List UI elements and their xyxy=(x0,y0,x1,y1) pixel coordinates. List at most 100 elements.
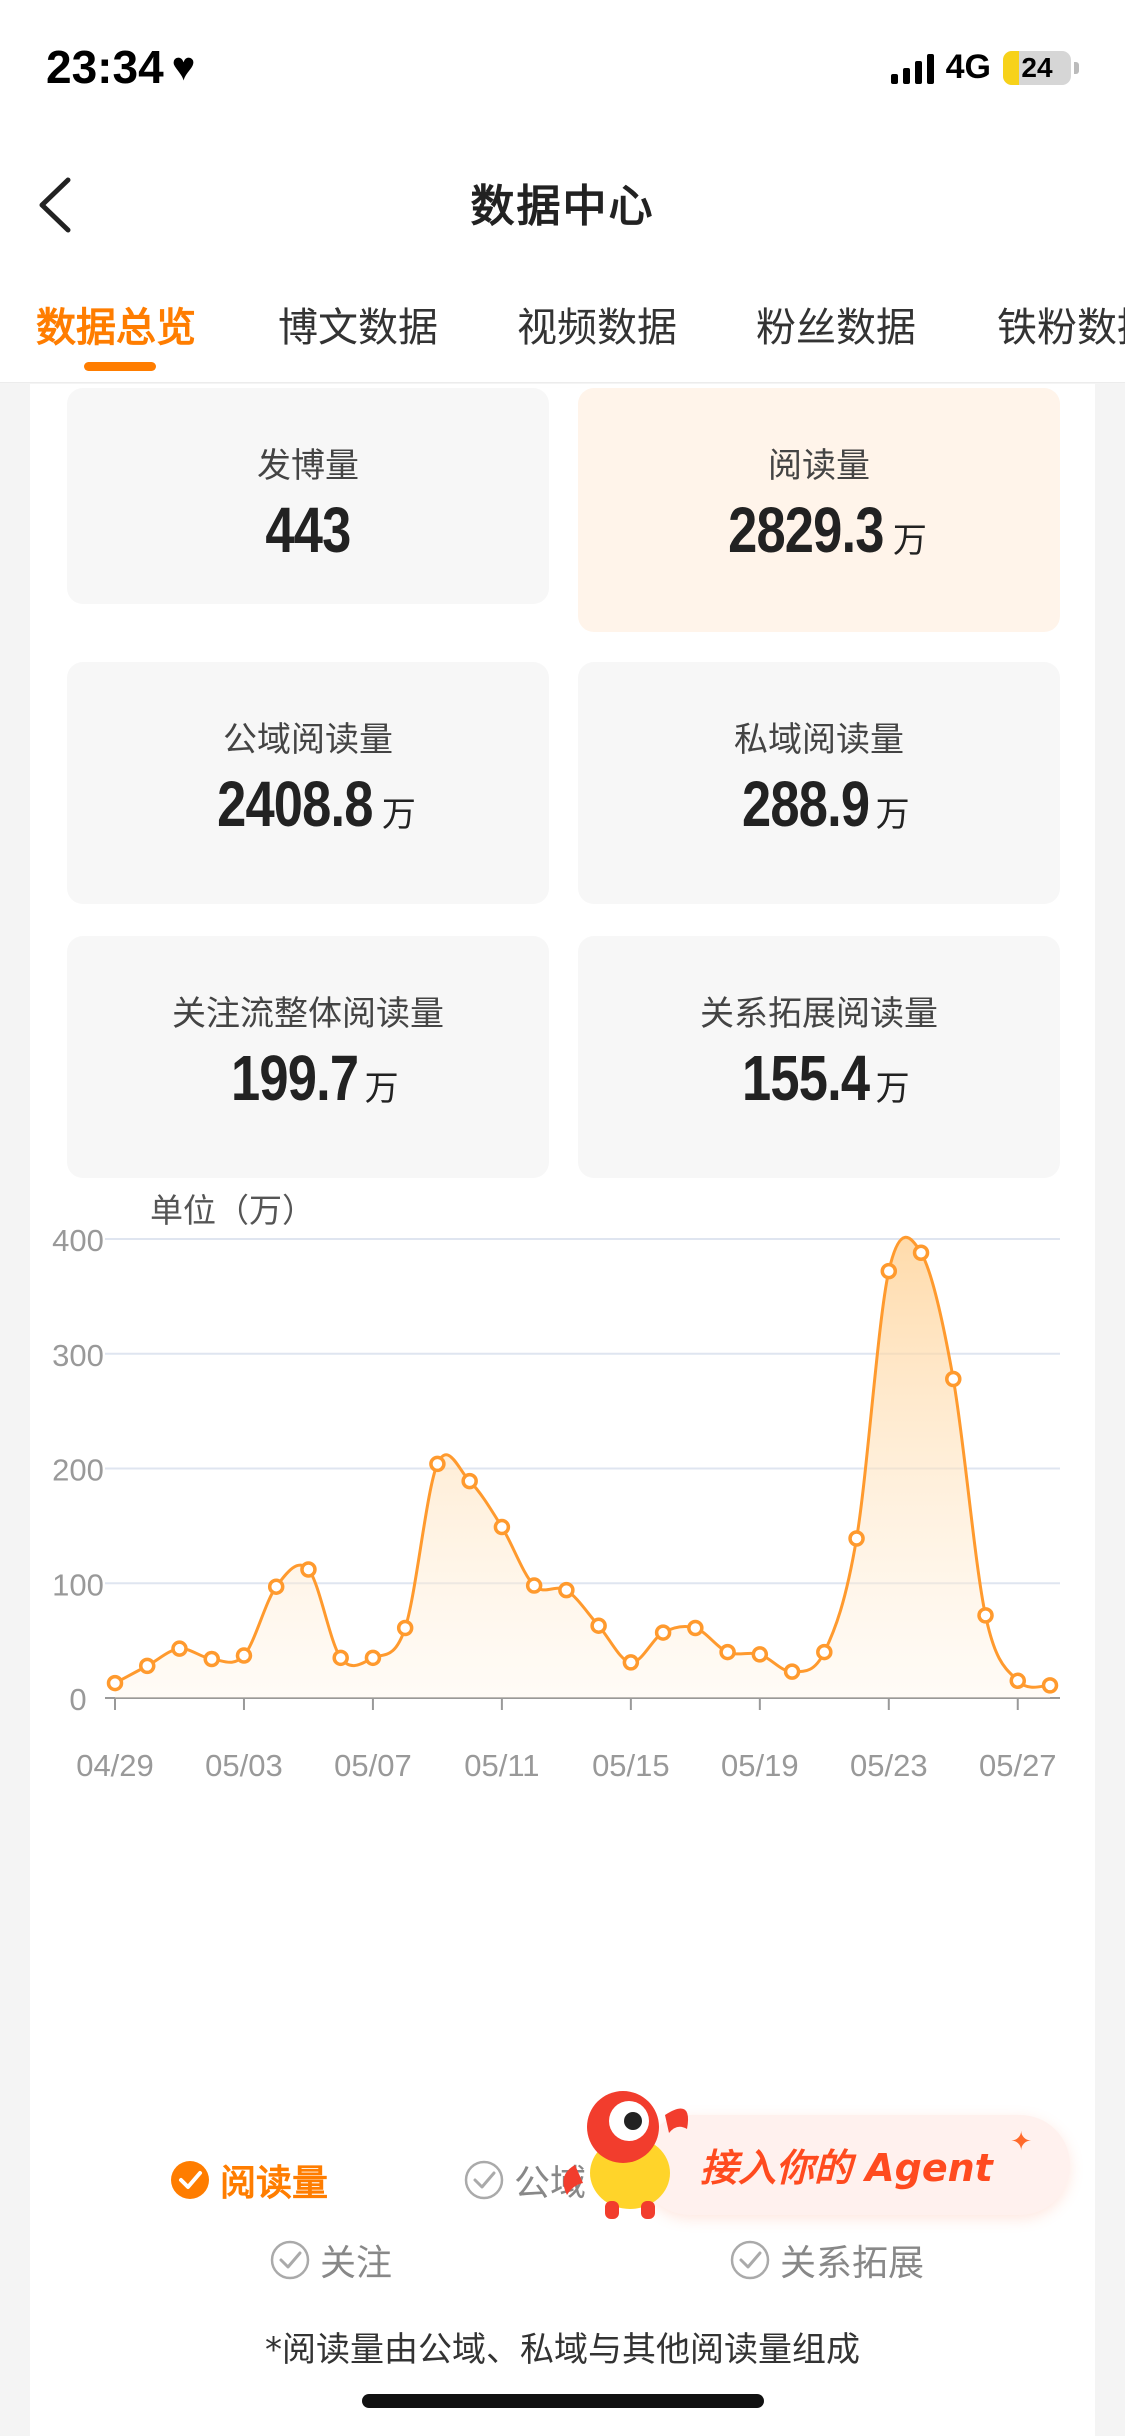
check-circle-icon xyxy=(270,2240,310,2280)
stat-unit: 万 xyxy=(875,795,910,835)
data-point xyxy=(493,1518,511,1536)
data-point xyxy=(880,1262,898,1280)
stat-label: 发博量 xyxy=(257,446,359,486)
battery-text: 24 xyxy=(1021,51,1053,83)
y-tick-label: 100 xyxy=(52,1567,104,1602)
data-point xyxy=(848,1530,865,1547)
status-icons: 4G 24 xyxy=(890,48,1079,87)
stat-label: 关系拓展阅读量 xyxy=(700,994,938,1034)
tab-posts[interactable]: 博文数据 xyxy=(278,295,438,353)
stat-card-relation-reads[interactable]: 关系拓展阅读量 155.4 万 xyxy=(578,936,1060,1178)
x-tick-label: 05/23 xyxy=(850,1748,928,1783)
stat-label: 私域阅读量 xyxy=(734,720,904,760)
heart-icon: ♥ xyxy=(171,45,196,89)
status-bar: 23:34 ♥ 4G 24 xyxy=(0,0,1125,140)
check-circle-icon xyxy=(464,2160,504,2200)
data-point xyxy=(1041,1677,1059,1694)
tab-videos[interactable]: 视频数据 xyxy=(517,295,677,353)
data-point xyxy=(687,1619,704,1637)
data-point xyxy=(816,1643,833,1661)
legend-follow[interactable]: 关注 xyxy=(270,2234,392,2286)
data-point xyxy=(1009,1672,1027,1690)
network-label: 4G xyxy=(945,48,991,86)
home-indicator[interactable] xyxy=(362,2394,764,2408)
nav-bar: 数据中心 xyxy=(0,140,1125,265)
x-tick-label: 05/07 xyxy=(334,1748,412,1783)
stat-value: 2408.8 xyxy=(217,768,373,840)
signal-icon xyxy=(890,52,934,84)
check-circle-icon xyxy=(730,2240,770,2280)
data-point xyxy=(783,1663,801,1680)
legend-label: 关系拓展 xyxy=(780,2243,925,2284)
y-tick-label: 300 xyxy=(52,1338,104,1373)
page-title: 数据中心 xyxy=(470,181,655,232)
data-point xyxy=(364,1649,382,1667)
stat-value: 443 xyxy=(265,494,351,566)
status-time: 23:34 ♥ xyxy=(46,40,195,94)
footnote: *阅读量由公域、私域与其他阅读量组成 xyxy=(265,2330,860,2370)
x-tick-label: 05/15 xyxy=(592,1748,670,1783)
stat-value: 155.4 xyxy=(742,1042,870,1114)
tab-indicator xyxy=(84,362,156,371)
data-point xyxy=(235,1647,253,1664)
stat-value: 288.9 xyxy=(742,768,870,840)
data-point xyxy=(429,1455,446,1473)
stat-label: 阅读量 xyxy=(768,446,870,486)
stat-unit: 万 xyxy=(875,1069,910,1109)
data-point xyxy=(622,1654,640,1671)
data-point xyxy=(751,1646,769,1663)
x-tick-label: 05/27 xyxy=(979,1748,1057,1783)
stat-card-public-reads[interactable]: 公域阅读量 2408.8 万 xyxy=(67,662,549,904)
data-point xyxy=(912,1244,930,1262)
data-point xyxy=(203,1650,220,1668)
stat-value: 2829.3 xyxy=(728,494,884,566)
tab-iron-fans[interactable]: 铁粉数据 xyxy=(997,295,1125,353)
stat-value: 199.7 xyxy=(231,1042,359,1114)
agent-banner-text: 接入你的 Agent xyxy=(700,2146,993,2190)
stat-label: 公域阅读量 xyxy=(223,720,393,760)
x-tick-label: 04/29 xyxy=(76,1748,154,1783)
x-tick-label: 05/19 xyxy=(721,1748,799,1783)
stat-unit: 万 xyxy=(364,1069,399,1109)
tab-overview[interactable]: 数据总览 xyxy=(36,295,196,353)
reads-chart: 400 300 200 100 0 04/29 05/03 05/07 05/11 05/15 05… xyxy=(52,1223,1060,1783)
data-point xyxy=(461,1472,478,1490)
battery-fill xyxy=(1003,50,1020,85)
stat-card-posts[interactable]: 发博量 443 xyxy=(67,388,549,604)
legend-label: 阅读量 xyxy=(220,2163,329,2204)
data-point xyxy=(300,1561,317,1578)
data-point xyxy=(171,1640,188,1657)
legend-reads[interactable]: 阅读量 xyxy=(170,2154,328,2206)
check-circle-icon xyxy=(171,2161,209,2199)
data-point xyxy=(106,1674,124,1692)
stat-card-follow-feed-reads[interactable]: 关注流整体阅读量 199.7 万 xyxy=(67,936,549,1178)
tab-fans[interactable]: 粉丝数据 xyxy=(756,295,916,353)
y-tick-label: 200 xyxy=(52,1453,104,1488)
stat-unit: 万 xyxy=(892,521,927,561)
data-point xyxy=(977,1607,994,1624)
stat-card-reads[interactable]: 阅读量 2829.3 万 xyxy=(578,388,1060,632)
data-point xyxy=(332,1649,349,1667)
stat-label: 关注流整体阅读量 xyxy=(172,994,444,1034)
battery-tip xyxy=(1074,61,1079,74)
data-point xyxy=(558,1581,575,1599)
sparkle-icon: ✦ xyxy=(1010,2127,1032,2157)
y-tick-label: 400 xyxy=(52,1223,104,1258)
stat-unit: 万 xyxy=(381,795,416,835)
data-point xyxy=(138,1657,156,1675)
mascot-icon[interactable] xyxy=(555,2075,705,2225)
data-point xyxy=(590,1617,607,1634)
legend-relation[interactable]: 关系拓展 xyxy=(730,2234,924,2286)
tab-bar: 数据总览 博文数据 视频数据 粉丝数据 铁粉数据 xyxy=(0,265,1125,383)
time-text: 23:34 xyxy=(46,41,164,93)
battery-icon: 24 xyxy=(1003,50,1071,85)
stat-card-private-reads[interactable]: 私域阅读量 288.9 万 xyxy=(578,662,1060,904)
data-point xyxy=(267,1578,285,1595)
data-point xyxy=(654,1624,672,1641)
x-tick-label: 05/11 xyxy=(464,1748,539,1783)
data-point xyxy=(525,1577,543,1594)
data-point xyxy=(396,1619,414,1637)
y-tick-label: 0 xyxy=(69,1682,86,1717)
legend-label: 关注 xyxy=(320,2243,393,2284)
data-point xyxy=(945,1370,962,1388)
